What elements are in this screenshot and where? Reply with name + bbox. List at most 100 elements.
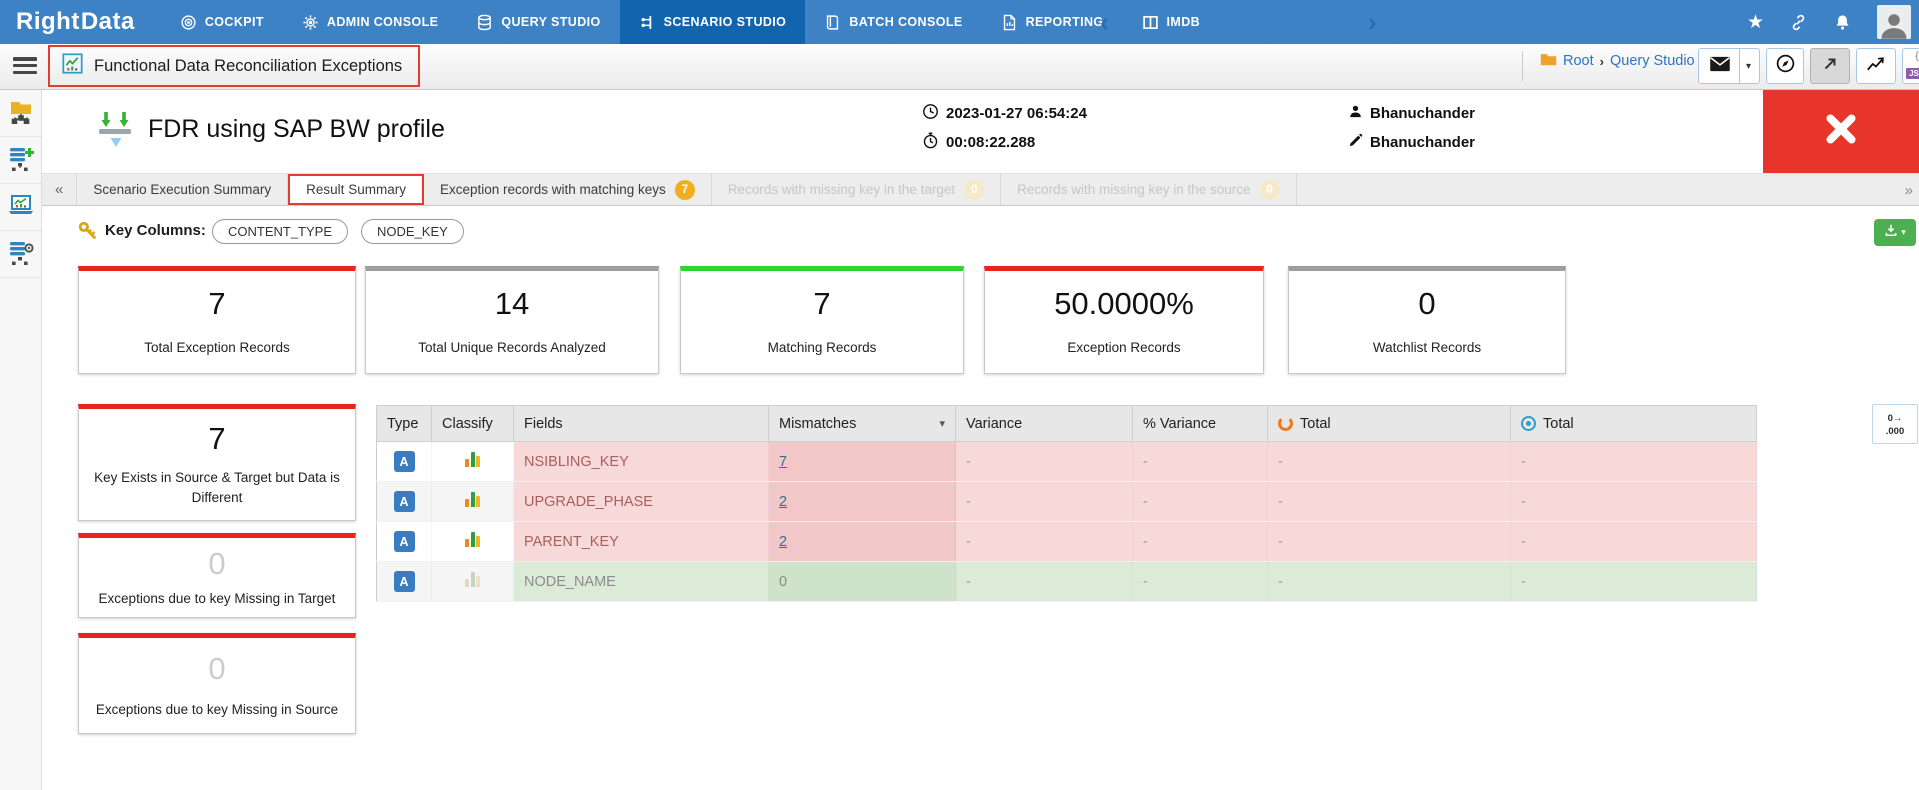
col-header-classify[interactable]: Classify <box>431 405 514 442</box>
notifications-bell-icon[interactable] <box>1833 13 1852 32</box>
favorite-star-icon[interactable]: ★ <box>1747 11 1764 34</box>
nav-scroll-left-icon[interactable]: ‹ <box>1100 0 1109 44</box>
card-missing-in-target[interactable]: 0 Exceptions due to key Missing in Targe… <box>78 533 356 618</box>
classify-chart-icon[interactable] <box>465 532 480 547</box>
key-columns-label: Key Columns: <box>105 222 206 239</box>
tab-result-summary[interactable]: Result Summary <box>288 174 424 205</box>
col-header-type[interactable]: Type <box>376 405 432 442</box>
col-header-pct-variance[interactable]: % Variance <box>1132 405 1268 442</box>
classify-cell <box>431 561 514 602</box>
breadcrumb-current-link[interactable]: Query Studio <box>1610 53 1695 69</box>
table-row[interactable]: A NODE_NAME 0 - - - - <box>376 561 1757 602</box>
nav-item-query-studio[interactable]: QUERY STUDIO <box>457 0 619 44</box>
download-button[interactable]: ▾ <box>1874 219 1916 246</box>
mismatch-count-link[interactable]: 2 <box>779 494 787 510</box>
breadcrumb-root-link[interactable]: Root <box>1563 53 1594 69</box>
card-label: Matching Records <box>767 339 877 355</box>
card-exception-records-pct: 50.0000% Exception Records <box>984 266 1264 374</box>
card-value: 14 <box>494 286 530 322</box>
source-total-cell: - <box>1267 441 1511 482</box>
mismatches-cell: 0 <box>768 561 956 602</box>
nav-item-batch-console[interactable]: BATCH CONSOLE <box>805 0 981 44</box>
col-header-label: Total <box>1543 415 1574 432</box>
close-scenario-button[interactable] <box>1763 90 1919 173</box>
trend-chart-button[interactable] <box>1856 48 1896 84</box>
nav-label: BATCH CONSOLE <box>849 15 963 29</box>
email-dropdown-caret-icon[interactable]: ▾ <box>1738 49 1757 83</box>
sidebar-item-monitor[interactable] <box>0 184 41 231</box>
database-icon <box>476 14 493 31</box>
card-matching-records: 7 Matching Records <box>680 266 964 374</box>
open-external-button[interactable] <box>1810 48 1850 84</box>
explore-button[interactable] <box>1766 48 1804 84</box>
nav-label: IMDB <box>1166 15 1201 29</box>
dataset-add-icon <box>8 145 34 176</box>
tab-missing-key-target[interactable]: Records with missing key in the target 0 <box>712 174 1002 205</box>
nav-label: ADMIN CONSOLE <box>326 15 439 29</box>
menu-icon[interactable] <box>13 57 37 74</box>
string-type-icon: A <box>393 491 415 512</box>
nav-right-actions: ★ <box>1747 0 1911 44</box>
created-by: Bhanuchander <box>1370 104 1476 122</box>
sidebar-item-dataset-settings[interactable] <box>0 231 41 278</box>
table-row[interactable]: A NSIBLING_KEY 7 - - - - <box>376 441 1757 482</box>
tab-scenario-execution-summary[interactable]: Scenario Execution Summary <box>76 174 289 205</box>
col-header-fields[interactable]: Fields <box>513 405 769 442</box>
key-columns-row: Key Columns: CONTENT_TYPE NODE_KEY ▾ <box>42 206 1919 256</box>
target-total-cell: - <box>1510 481 1757 522</box>
card-missing-in-source[interactable]: 0 Exceptions due to key Missing in Sourc… <box>78 633 356 734</box>
classify-cell <box>431 441 514 482</box>
nav-item-cockpit[interactable]: COCKPIT <box>161 0 283 44</box>
nav-item-imdb[interactable]: IMDB <box>1123 0 1220 44</box>
json-export-button[interactable]: {;} JSON <box>1902 48 1919 84</box>
tab-count-badge: 0 <box>1259 179 1280 200</box>
mismatches-cell: 2 <box>768 521 956 562</box>
col-header-target-total[interactable]: Total <box>1510 405 1757 442</box>
sort-desc-icon[interactable]: ▾ <box>939 417 945 430</box>
mismatch-count-link[interactable]: 7 <box>779 454 787 470</box>
compass-icon <box>1775 53 1796 79</box>
card-value: 0 <box>1418 286 1436 322</box>
classify-chart-icon[interactable] <box>465 452 480 467</box>
breadcrumb-separator: › <box>1599 53 1604 69</box>
table-row[interactable]: A UPGRADE_PHASE 2 - - - - <box>376 481 1757 522</box>
tab-missing-key-source[interactable]: Records with missing key in the source 0 <box>1001 174 1297 205</box>
table-row[interactable]: A PARENT_KEY 2 - - - - <box>376 521 1757 562</box>
mismatch-count-link[interactable]: 2 <box>779 534 787 550</box>
nav-label: SCENARIO STUDIO <box>663 15 787 29</box>
decimal-format-button[interactable]: 0→ .000 <box>1872 404 1918 444</box>
card-label: Exceptions due to key Missing in Source <box>95 701 339 717</box>
user-avatar[interactable] <box>1877 5 1911 39</box>
type-cell: A <box>376 561 432 602</box>
nav-item-scenario-studio[interactable]: SCENARIO STUDIO <box>619 0 806 44</box>
nav-scroll-right-icon[interactable]: › <box>1368 0 1377 44</box>
tab-exception-records-matching-keys[interactable]: Exception records with matching keys 7 <box>424 174 712 205</box>
card-value: 0 <box>208 650 226 686</box>
rightdata-logo[interactable]: Right Data <box>0 0 161 44</box>
nav-label: COCKPIT <box>204 15 264 29</box>
classify-chart-icon[interactable] <box>465 572 480 587</box>
email-report-button[interactable]: ▾ <box>1698 48 1760 84</box>
classify-chart-icon[interactable] <box>465 492 480 507</box>
variance-cell: - <box>955 441 1133 482</box>
sidebar-item-folder-tree[interactable] <box>0 90 41 137</box>
nav-item-admin-console[interactable]: ADMIN CONSOLE <box>283 0 457 44</box>
more-tabs-icon[interactable]: » <box>1905 174 1913 206</box>
collapse-tabs-icon[interactable]: « <box>42 174 76 205</box>
col-header-variance[interactable]: Variance <box>955 405 1133 442</box>
tab-label: Exception records with matching keys <box>439 182 666 197</box>
link-icon[interactable] <box>1789 13 1808 32</box>
pct-variance-cell: - <box>1132 441 1268 482</box>
source-total-cell: - <box>1267 561 1511 602</box>
scenario-users: Bhanuchander Bhanuchander <box>1348 101 1475 159</box>
col-header-mismatches[interactable]: Mismatches ▾ <box>768 405 956 442</box>
decimal-format-icon-bottom: .000 <box>1885 425 1905 437</box>
sidebar-item-add-dataset[interactable] <box>0 137 41 184</box>
gear-icon <box>302 14 319 31</box>
col-header-source-total[interactable]: Total <box>1267 405 1511 442</box>
mismatch-count: 0 <box>779 573 788 590</box>
card-value: 0 <box>208 545 226 581</box>
card-key-exists-data-different[interactable]: 7 Key Exists in Source & Target but Data… <box>78 404 356 521</box>
report-doc-icon <box>1001 14 1018 31</box>
key-column-pill: NODE_KEY <box>361 219 464 244</box>
